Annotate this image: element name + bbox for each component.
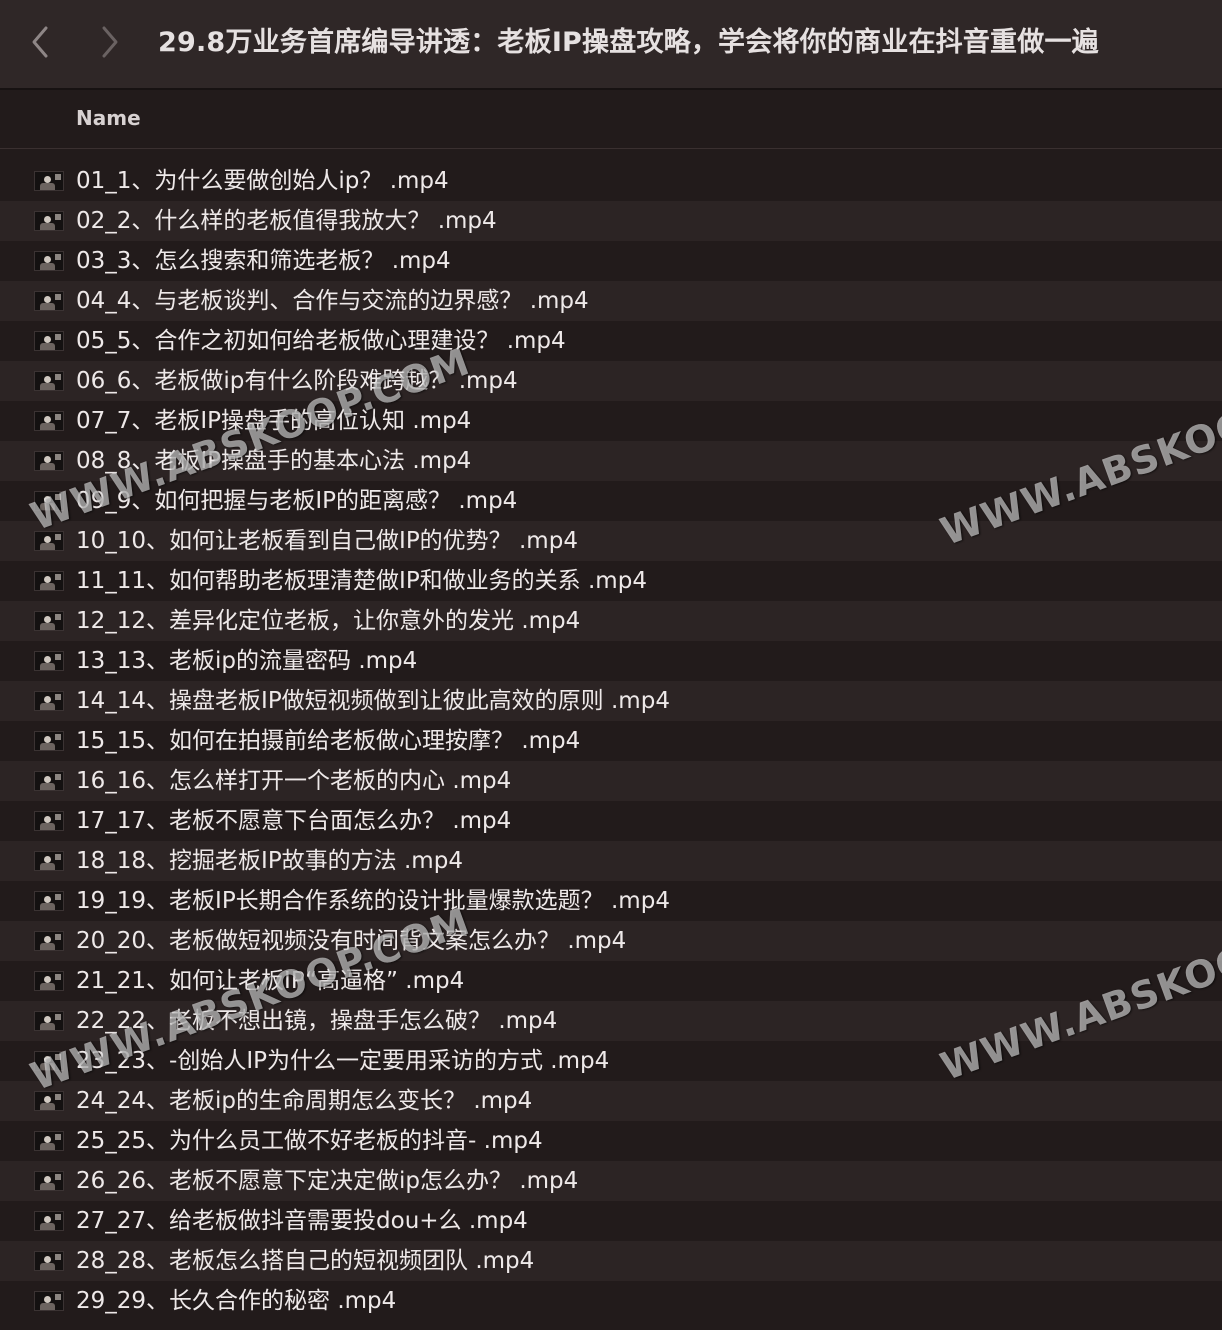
file-row[interactable]: 04_4、与老板谈判、合作与交流的边界感？ .mp4 xyxy=(0,281,1222,321)
video-thumbnail-icon xyxy=(34,1011,64,1031)
video-thumbnail-icon xyxy=(34,891,64,911)
file-name: 12_12、差异化定位老板，让你意外的发光 .mp4 xyxy=(76,608,581,634)
finder-window: 29.8万业务首席编导讲透：老板IP操盘攻略，学会将你的商业在抖音重做一遍 Na… xyxy=(0,0,1222,1330)
file-name: 15_15、如何在拍摄前给老板做心理按摩？ .mp4 xyxy=(76,728,581,754)
video-thumbnail-icon xyxy=(34,1091,64,1111)
file-name: 25_25、为什么员工做不好老板的抖音- .mp4 xyxy=(76,1128,543,1154)
window-title: 29.8万业务首席编导讲透：老板IP操盘攻略，学会将你的商业在抖音重做一遍 xyxy=(158,27,1099,58)
video-thumbnail-icon xyxy=(34,491,64,511)
file-name: 06_6、老板做ip有什么阶段难跨越？ .mp4 xyxy=(76,368,518,394)
file-name: 22_22、老板不想出镜，操盘手怎么破？ .mp4 xyxy=(76,1008,558,1034)
file-row[interactable]: 17_17、老板不愿意下台面怎么办？ .mp4 xyxy=(0,801,1222,841)
file-row[interactable]: 02_2、什么样的老板值得我放大？ .mp4 xyxy=(0,201,1222,241)
file-name: 16_16、怎么样打开一个老板的内心 .mp4 xyxy=(76,768,512,794)
video-thumbnail-icon xyxy=(34,611,64,631)
name-column-header[interactable]: Name xyxy=(76,106,141,130)
file-row[interactable]: 11_11、如何帮助老板理清楚做IP和做业务的关系 .mp4 xyxy=(0,561,1222,601)
file-name: 02_2、什么样的老板值得我放大？ .mp4 xyxy=(76,208,497,234)
file-row[interactable]: 26_26、老板不愿意下定决定做ip怎么办？ .mp4 xyxy=(0,1161,1222,1201)
file-name: 01_1、为什么要做创始人ip？ .mp4 xyxy=(76,168,449,194)
file-row[interactable]: 29_29、长久合作的秘密 .mp4 xyxy=(0,1281,1222,1321)
video-thumbnail-icon xyxy=(34,1251,64,1271)
video-thumbnail-icon xyxy=(34,411,64,431)
file-name: 18_18、挖掘老板IP故事的方法 .mp4 xyxy=(76,848,463,874)
file-name: 08_8、老板IP操盘手的基本心法 .mp4 xyxy=(76,448,472,474)
video-thumbnail-icon xyxy=(34,771,64,791)
file-name: 14_14、操盘老板IP做短视频做到让彼此高效的原则 .mp4 xyxy=(76,688,670,714)
file-row[interactable]: 22_22、老板不想出镜，操盘手怎么破？ .mp4 xyxy=(0,1001,1222,1041)
file-row[interactable]: 13_13、老板ip的流量密码 .mp4 xyxy=(0,641,1222,681)
file-row[interactable]: 20_20、老板做短视频没有时间背文案怎么办？ .mp4 xyxy=(0,921,1222,961)
file-name: 09_9、如何把握与老板IP的距离感？ .mp4 xyxy=(76,488,518,514)
file-name: 11_11、如何帮助老板理清楚做IP和做业务的关系 .mp4 xyxy=(76,568,647,594)
title-bar: 29.8万业务首席编导讲透：老板IP操盘攻略，学会将你的商业在抖音重做一遍 xyxy=(0,0,1222,90)
file-row[interactable]: 09_9、如何把握与老板IP的距离感？ .mp4 xyxy=(0,481,1222,521)
file-row[interactable]: 18_18、挖掘老板IP故事的方法 .mp4 xyxy=(0,841,1222,881)
video-thumbnail-icon xyxy=(34,171,64,191)
video-thumbnail-icon xyxy=(34,1131,64,1151)
video-thumbnail-icon xyxy=(34,971,64,991)
video-thumbnail-icon xyxy=(34,851,64,871)
file-row[interactable]: 19_19、老板IP长期合作系统的设计批量爆款选题？ .mp4 xyxy=(0,881,1222,921)
file-row[interactable]: 25_25、为什么员工做不好老板的抖音- .mp4 xyxy=(0,1121,1222,1161)
video-thumbnail-icon xyxy=(34,811,64,831)
file-row[interactable]: 08_8、老板IP操盘手的基本心法 .mp4 xyxy=(0,441,1222,481)
file-name: 26_26、老板不愿意下定决定做ip怎么办？ .mp4 xyxy=(76,1168,579,1194)
video-thumbnail-icon xyxy=(34,451,64,471)
video-thumbnail-icon xyxy=(34,1211,64,1231)
video-thumbnail-icon xyxy=(34,251,64,271)
video-thumbnail-icon xyxy=(34,651,64,671)
video-thumbnail-icon xyxy=(34,1291,64,1311)
file-name: 17_17、老板不愿意下台面怎么办？ .mp4 xyxy=(76,808,512,834)
video-thumbnail-icon xyxy=(34,691,64,711)
video-thumbnail-icon xyxy=(34,331,64,351)
file-name: 07_7、老板IP操盘手的高位认知 .mp4 xyxy=(76,408,472,434)
file-name: 05_5、合作之初如何给老板做心理建设？ .mp4 xyxy=(76,328,566,354)
file-row[interactable]: 10_10、如何让老板看到自己做IP的优势？ .mp4 xyxy=(0,521,1222,561)
file-name: 19_19、老板IP长期合作系统的设计批量爆款选题？ .mp4 xyxy=(76,888,670,914)
video-thumbnail-icon xyxy=(34,291,64,311)
file-row[interactable]: 16_16、怎么样打开一个老板的内心 .mp4 xyxy=(0,761,1222,801)
back-button[interactable] xyxy=(22,22,58,62)
video-thumbnail-icon xyxy=(34,211,64,231)
file-name: 20_20、老板做短视频没有时间背文案怎么办？ .mp4 xyxy=(76,928,627,954)
file-row[interactable]: 01_1、为什么要做创始人ip？ .mp4 xyxy=(0,161,1222,201)
file-name: 04_4、与老板谈判、合作与交流的边界感？ .mp4 xyxy=(76,288,589,314)
file-row[interactable]: 14_14、操盘老板IP做短视频做到让彼此高效的原则 .mp4 xyxy=(0,681,1222,721)
file-name: 27_27、给老板做抖音需要投dou+么 .mp4 xyxy=(76,1208,528,1234)
file-row[interactable]: 06_6、老板做ip有什么阶段难跨越？ .mp4 xyxy=(0,361,1222,401)
file-name: 13_13、老板ip的流量密码 .mp4 xyxy=(76,648,418,674)
file-row[interactable]: 23_23、-创始人IP为什么一定要用采访的方式 .mp4 xyxy=(0,1041,1222,1081)
file-row[interactable]: 07_7、老板IP操盘手的高位认知 .mp4 xyxy=(0,401,1222,441)
video-thumbnail-icon xyxy=(34,931,64,951)
file-name: 10_10、如何让老板看到自己做IP的优势？ .mp4 xyxy=(76,528,578,554)
file-row[interactable]: 24_24、老板ip的生命周期怎么变长？ .mp4 xyxy=(0,1081,1222,1121)
file-name: 03_3、怎么搜索和筛选老板？ .mp4 xyxy=(76,248,451,274)
file-row[interactable]: 05_5、合作之初如何给老板做心理建设？ .mp4 xyxy=(0,321,1222,361)
video-thumbnail-icon xyxy=(34,1051,64,1071)
file-row[interactable]: 27_27、给老板做抖音需要投dou+么 .mp4 xyxy=(0,1201,1222,1241)
forward-button[interactable] xyxy=(92,22,128,62)
video-thumbnail-icon xyxy=(34,371,64,391)
file-row[interactable]: 03_3、怎么搜索和筛选老板？ .mp4 xyxy=(0,241,1222,281)
file-list: 01_1、为什么要做创始人ip？ .mp4 02_2、什么样的老板值得我放大？ .… xyxy=(0,161,1222,1321)
chevron-left-icon xyxy=(32,26,48,58)
column-header-row: Name xyxy=(0,90,1222,149)
file-name: 23_23、-创始人IP为什么一定要用采访的方式 .mp4 xyxy=(76,1048,610,1074)
video-thumbnail-icon xyxy=(34,1171,64,1191)
video-thumbnail-icon xyxy=(34,731,64,751)
file-name: 28_28、老板怎么搭自己的短视频团队 .mp4 xyxy=(76,1248,535,1274)
chevron-right-icon xyxy=(102,26,118,58)
video-thumbnail-icon xyxy=(34,531,64,551)
file-row[interactable]: 21_21、如何让老板IP“高逼格” .mp4 xyxy=(0,961,1222,1001)
file-name: 29_29、长久合作的秘密 .mp4 xyxy=(76,1288,397,1314)
file-row[interactable]: 15_15、如何在拍摄前给老板做心理按摩？ .mp4 xyxy=(0,721,1222,761)
file-row[interactable]: 28_28、老板怎么搭自己的短视频团队 .mp4 xyxy=(0,1241,1222,1281)
video-thumbnail-icon xyxy=(34,571,64,591)
file-row[interactable]: 12_12、差异化定位老板，让你意外的发光 .mp4 xyxy=(0,601,1222,641)
file-name: 21_21、如何让老板IP“高逼格” .mp4 xyxy=(76,968,465,994)
file-name: 24_24、老板ip的生命周期怎么变长？ .mp4 xyxy=(76,1088,533,1114)
